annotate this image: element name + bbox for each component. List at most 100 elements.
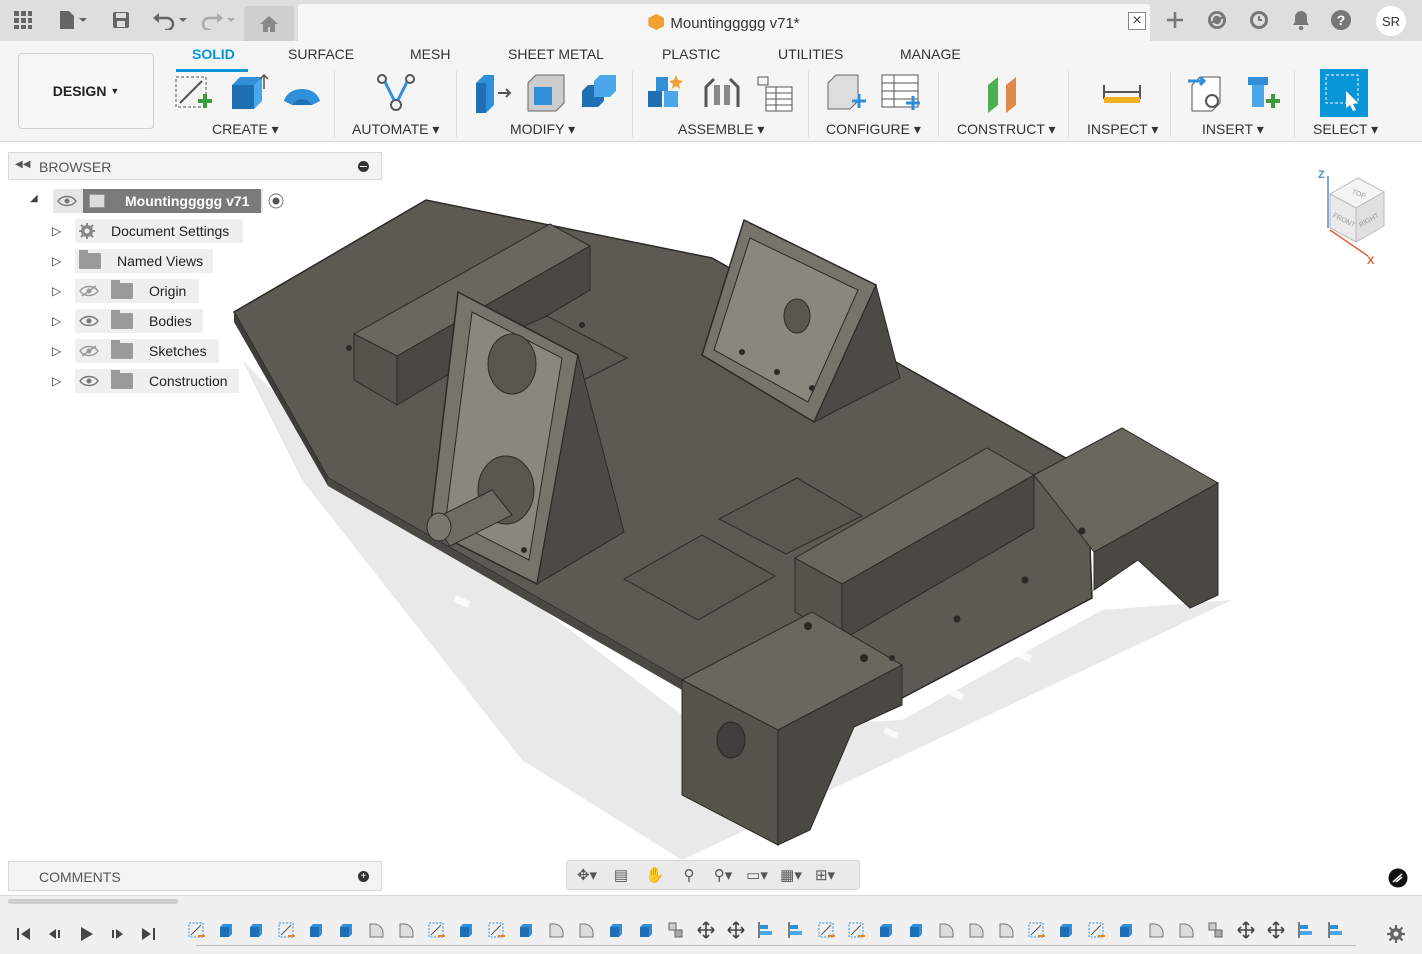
timeline-feature-extrude-icon[interactable] <box>1056 920 1076 940</box>
expand-triangle-icon[interactable]: ▷ <box>52 219 61 243</box>
group-create[interactable]: CREATE ▾ <box>212 121 279 138</box>
browser-panel[interactable]: ◀◀ BROWSER <box>8 152 382 180</box>
timeline-settings-gear-icon[interactable] <box>1386 924 1406 944</box>
pan-icon[interactable]: ✋ <box>641 864 669 886</box>
bill-of-materials-icon[interactable] <box>752 71 796 115</box>
hidden-eye-icon[interactable] <box>79 345 99 357</box>
timeline-feature-move-icon[interactable] <box>1266 920 1286 940</box>
timeline-scrollbar[interactable] <box>8 899 178 904</box>
tab-utilities[interactable]: UTILITIES <box>778 46 843 62</box>
app-grid-icon[interactable] <box>10 8 36 32</box>
timeline-feature-move-icon[interactable] <box>1236 920 1256 940</box>
timeline-feature-sketch-icon[interactable] <box>846 920 866 940</box>
tab-mesh[interactable]: MESH <box>410 46 450 62</box>
group-insert[interactable]: INSERT ▾ <box>1202 121 1264 138</box>
go-to-end-icon[interactable] <box>138 924 158 944</box>
timeline-feature-extrude-icon[interactable] <box>516 920 536 940</box>
timeline-feature-extrude-icon[interactable] <box>246 920 266 940</box>
group-construct[interactable]: CONSTRUCT ▾ <box>957 121 1056 138</box>
timeline-feature-align-icon[interactable] <box>1326 920 1346 940</box>
visibility-eye-icon[interactable] <box>79 315 99 327</box>
browser-item-sketches[interactable]: Sketches <box>75 339 219 363</box>
expand-triangle-icon[interactable]: ▷ <box>52 339 61 363</box>
timeline-feature-joint-icon[interactable] <box>666 920 686 940</box>
workspace-switcher[interactable]: DESIGN ▼ <box>18 53 154 129</box>
group-automate[interactable]: AUTOMATE ▾ <box>352 121 439 138</box>
activate-radio-icon[interactable] <box>267 192 285 210</box>
timeline-feature-fillet-icon[interactable] <box>396 920 416 940</box>
file-menu-icon[interactable] <box>54 8 90 32</box>
group-assemble[interactable]: ASSEMBLE ▾ <box>678 121 764 138</box>
browser-root-item[interactable]: Mountinggggg v71 <box>53 189 263 213</box>
timeline-feature-sketch-icon[interactable] <box>426 920 446 940</box>
visibility-eye-icon[interactable] <box>57 195 77 207</box>
measure-icon[interactable] <box>1100 71 1144 115</box>
timeline-feature-fillet-icon[interactable] <box>936 920 956 940</box>
timeline-feature-move-icon[interactable] <box>726 920 746 940</box>
display-settings-icon[interactable]: ▭▾ <box>743 864 771 886</box>
orbit-icon[interactable]: ✥▾ <box>573 864 601 886</box>
redo-icon[interactable] <box>198 8 238 32</box>
timeline-feature-sketch-icon[interactable] <box>186 920 206 940</box>
timeline-feature-sketch-icon[interactable] <box>1026 920 1046 940</box>
shell-icon[interactable] <box>524 71 568 115</box>
insert-derive-icon[interactable] <box>1186 71 1230 115</box>
create-sketch-icon[interactable] <box>172 71 216 115</box>
timeline-feature-fillet-icon[interactable] <box>1176 920 1196 940</box>
job-status-icon[interactable] <box>1246 8 1272 32</box>
group-select[interactable]: SELECT ▾ <box>1313 121 1378 138</box>
save-icon[interactable] <box>108 8 134 32</box>
timeline-feature-sketch-icon[interactable] <box>276 920 296 940</box>
combine-icon[interactable] <box>578 71 622 115</box>
timeline-feature-extrude-icon[interactable] <box>336 920 356 940</box>
extrude-icon[interactable] <box>226 71 270 115</box>
tab-plastic[interactable]: PLASTIC <box>662 46 720 62</box>
grid-icon[interactable]: ▦▾ <box>777 864 805 886</box>
canvas-viewport[interactable] <box>2 143 1422 895</box>
timeline-feature-fillet-icon[interactable] <box>1146 920 1166 940</box>
timeline-feature-fillet-icon[interactable] <box>996 920 1016 940</box>
go-to-start-icon[interactable] <box>14 924 34 944</box>
step-back-icon[interactable] <box>45 924 65 944</box>
step-forward-icon[interactable] <box>107 924 127 944</box>
hidden-eye-icon[interactable] <box>79 285 99 297</box>
configuration-table-icon[interactable] <box>878 71 922 115</box>
tab-surface[interactable]: SURFACE <box>288 46 354 62</box>
timeline-feature-joint-icon[interactable] <box>1206 920 1226 940</box>
timeline-feature-extrude-icon[interactable] <box>306 920 326 940</box>
timeline-feature-fillet-icon[interactable] <box>546 920 566 940</box>
add-comment-button[interactable]: + <box>358 871 369 882</box>
zoom-icon[interactable]: ⚲ <box>675 864 703 886</box>
select-icon[interactable] <box>1320 69 1368 117</box>
viewcube[interactable]: TOP FRONT RIGHT Z X <box>1312 166 1396 266</box>
timeline-feature-fillet-icon[interactable] <box>576 920 596 940</box>
browser-item-bodies[interactable]: Bodies <box>75 309 203 333</box>
viewports-icon[interactable]: ⊞▾ <box>811 864 839 886</box>
insert-mcmaster-icon[interactable] <box>1240 71 1284 115</box>
visibility-eye-icon[interactable] <box>79 375 99 387</box>
collapse-triangle-icon[interactable]: ◢ <box>30 193 40 204</box>
user-avatar[interactable]: SR <box>1376 6 1406 36</box>
timeline-feature-sketch-icon[interactable] <box>1086 920 1106 940</box>
3d-model[interactable] <box>2 143 1422 895</box>
timeline-feature-sketch-icon[interactable] <box>816 920 836 940</box>
configure-icon[interactable] <box>824 71 868 115</box>
revolve-icon[interactable] <box>280 71 324 115</box>
joint-icon[interactable] <box>700 71 744 115</box>
extensions-icon[interactable] <box>1204 8 1230 32</box>
close-tab-button[interactable]: × <box>1128 12 1146 30</box>
expand-triangle-icon[interactable]: ▷ <box>52 279 61 303</box>
help-icon[interactable]: ? <box>1328 8 1354 32</box>
zoom-window-icon[interactable]: ⚲▾ <box>709 864 737 886</box>
browser-item-origin[interactable]: Origin <box>75 279 199 303</box>
expand-triangle-icon[interactable]: ▷ <box>52 369 61 393</box>
root-component[interactable]: Mountinggggg v71 <box>83 189 261 213</box>
timeline-feature-move-icon[interactable] <box>696 920 716 940</box>
extensions-status-icon[interactable] <box>1388 868 1408 888</box>
tab-solid[interactable]: SOLID <box>192 46 235 62</box>
collapse-browser-icon[interactable]: ◀◀ <box>15 159 30 170</box>
offset-plane-icon[interactable] <box>982 71 1026 115</box>
home-tab[interactable] <box>244 6 294 41</box>
timeline-feature-extrude-icon[interactable] <box>906 920 926 940</box>
browser-item-document-settings[interactable]: Document Settings <box>75 219 243 243</box>
